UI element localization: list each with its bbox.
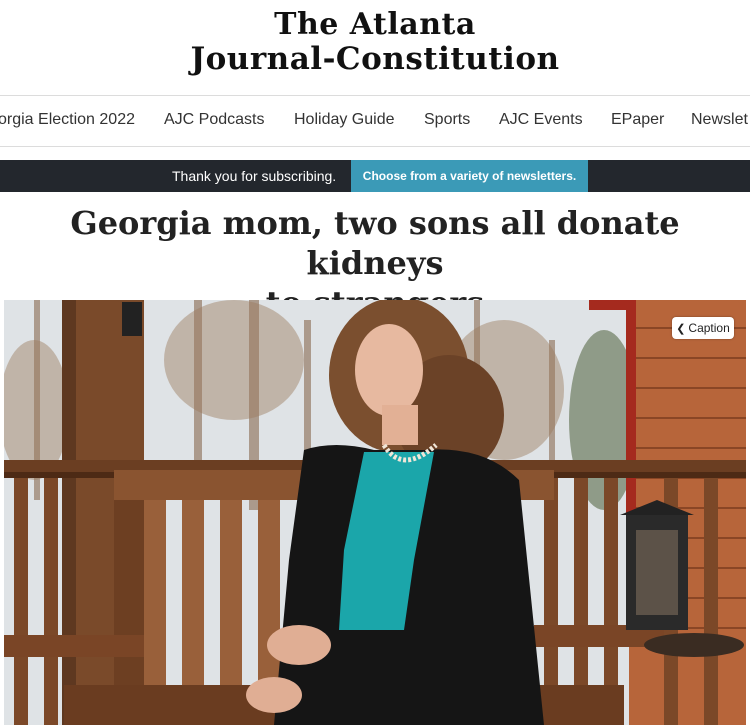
caption-label: Caption (688, 321, 730, 335)
subscription-banner: Thank you for subscribing. Choose from a… (0, 160, 750, 192)
masthead-line-2: Journal-Constitution (190, 41, 560, 77)
banner-message: Thank you for subscribing. (172, 168, 337, 184)
chevron-left-icon: ❮ (676, 323, 686, 335)
nav-item-holiday-guide[interactable]: Holiday Guide (294, 111, 395, 129)
article-photo (4, 300, 746, 725)
nav-item-georgia-election[interactable]: orgia Election 2022 (0, 111, 135, 129)
caption-button[interactable]: ❮ Caption (672, 317, 734, 339)
nav-divider-bottom (0, 146, 750, 147)
nav-item-epaper[interactable]: EPaper (611, 111, 664, 129)
newsletter-cta-button[interactable]: Choose from a variety of newsletters. (351, 160, 588, 192)
masthead-line-1: The Atlanta (274, 7, 476, 42)
nav-item-ajc-events[interactable]: AJC Events (499, 111, 583, 129)
nav-item-newsletters[interactable]: Newslet (691, 111, 748, 129)
section-nav: orgia Election 2022 AJC Podcasts Holiday… (0, 96, 750, 146)
headline-line-1: Georgia mom, two sons all donate kidneys (70, 204, 680, 282)
masthead-logo[interactable]: The Atlanta Journal-Constitution (0, 0, 750, 92)
nav-item-sports[interactable]: Sports (424, 111, 470, 129)
nav-item-ajc-podcasts[interactable]: AJC Podcasts (164, 111, 264, 129)
porch-photo-illustration (4, 300, 746, 725)
